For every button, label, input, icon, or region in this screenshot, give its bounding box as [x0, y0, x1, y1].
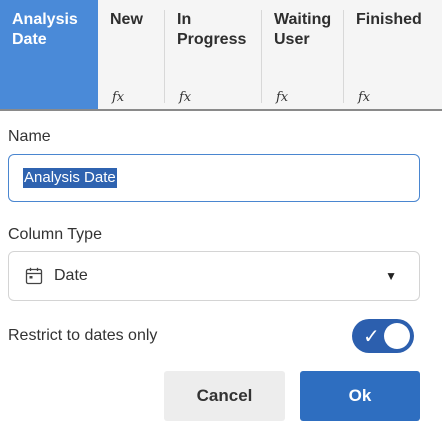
- column-header-label: New: [110, 11, 143, 28]
- column-header-label: Analysis Date: [12, 11, 78, 48]
- column-header-label: In Progress: [177, 11, 247, 48]
- column-type-value: Date: [54, 267, 88, 284]
- formula-icon[interactable]: fx: [276, 90, 288, 105]
- chevron-down-icon[interactable]: ▼: [385, 269, 397, 283]
- name-input-selected-text[interactable]: Analysis Date: [23, 168, 117, 188]
- formula-icon[interactable]: fx: [179, 90, 191, 105]
- toggle-knob: [384, 323, 410, 349]
- column-header-waiting-user[interactable]: Waiting User fx: [262, 0, 344, 111]
- checkmark-icon: ✓: [363, 324, 380, 348]
- column-type-select[interactable]: Date ▼: [8, 251, 420, 301]
- column-header-new[interactable]: New fx: [98, 0, 165, 111]
- ok-button[interactable]: Ok: [300, 371, 420, 421]
- column-type-label: Column Type: [8, 226, 102, 243]
- column-header-analysis-date[interactable]: Analysis Date: [0, 0, 98, 111]
- restrict-dates-label: Restrict to dates only: [8, 327, 158, 344]
- column-header-in-progress[interactable]: In Progress fx: [165, 0, 262, 111]
- column-header-strip: Analysis Date New fx In Progress fx Wait…: [0, 0, 442, 111]
- name-input[interactable]: Analysis Date: [8, 154, 420, 202]
- cancel-button[interactable]: Cancel: [164, 371, 285, 421]
- restrict-dates-toggle[interactable]: ✓: [352, 319, 414, 353]
- formula-icon[interactable]: fx: [112, 90, 124, 105]
- formula-icon[interactable]: fx: [358, 90, 370, 105]
- column-header-finished[interactable]: Finished fx: [344, 0, 442, 111]
- calendar-icon: [25, 267, 43, 285]
- name-label: Name: [8, 128, 51, 145]
- column-header-label: Finished: [356, 11, 422, 28]
- column-header-label: Waiting User: [274, 11, 332, 48]
